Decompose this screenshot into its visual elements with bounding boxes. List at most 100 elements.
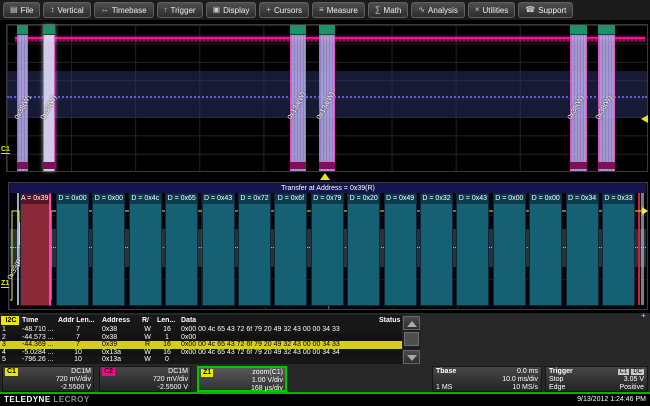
decode-byte-label: D = 0x6f [275,194,306,204]
table-row[interactable]: 4-5.0284 ...10 0x13aW16 0x00 00 4c 65 43… [0,349,402,357]
descriptor-c1[interactable]: C1 DC1M 720 mV/div -2.5500 V [2,366,94,392]
menu-display-button[interactable]: ▣ Display [206,2,257,18]
channel-scale: 720 mV/div [5,376,91,384]
channel-badge: C2 [102,368,115,376]
menu-utilities-button[interactable]: × Utilities [468,2,515,18]
timebase-scale: 10.0 ms/div [502,376,538,384]
channel-offset: -2.5500 V [5,384,91,392]
decode-byte-box: D = 0x00 [529,193,562,306]
decode-byte-box: D = 0x34 [566,193,599,306]
i2c-burst: 0x13a(W) [290,25,306,171]
channel-coupling: zoom(C1) [252,369,283,377]
menu-timebase-button[interactable]: ↔ Timebase [94,2,154,18]
decode-byte-box: D = 0x33 [602,193,635,306]
table-row[interactable]: 1-48.710 ...7 0x38W16 0x00 00 4c 65 43 7… [0,326,402,334]
channel-offset: -2.5500 V [102,384,188,392]
table-scrollbar [403,316,420,364]
c1-channel-marker[interactable]: C1 [1,146,10,154]
channel-badge: Z1 [201,369,213,377]
menu-label: Timebase [112,6,147,15]
menu-label: Support [538,6,566,15]
menu-bar: ▤ File ↕ Vertical ↔ Timebase ↑ Trigger ▣… [0,0,650,21]
i2c-burst: 0x38(W) [570,25,587,171]
menu-label: Measure [327,6,358,15]
math-sigma-icon: ∑ [375,6,381,14]
table-row[interactable]: 2-44.573 ...7 0x38W1 0x00 [0,334,402,342]
menu-label: Utilities [483,6,509,15]
trigger-mode: Stop [549,376,563,384]
scroll-down-button[interactable] [403,350,420,364]
decode-byte-label: D = 0x00 [530,194,561,204]
channel-scale: 720 mV/div [102,376,188,384]
i2c-burst: 0x38(W) [17,25,28,171]
descriptor-c2[interactable]: C2 DC1M 720 mV/div -2.5500 V [99,366,191,392]
menu-file-button[interactable]: ▤ File [3,2,40,18]
footer-bar: TELEDYNE LECROY 9/13/2012 1:24:46 PM [0,394,650,406]
menu-cursors-button[interactable]: + Cursors [259,2,309,18]
decode-byte-box: D = 0x32 [420,193,453,306]
horizontal-arrows-icon: ↔ [101,6,109,14]
trigger-panel[interactable]: Trigger C1DC Stop 3.05 V Edge Positive [545,366,648,392]
burst-address-label: 0x38(W) [595,94,614,121]
zoom-trace-clip-marker: + [641,312,646,320]
decode-byte-label: D = 0x72 [239,194,270,204]
trigger-slope: Positive [619,384,644,392]
trigger-title: Trigger [549,368,573,376]
channel-scale: 1.00 V/div [201,377,283,385]
i2c-burst: 0x13a(W) [319,25,335,171]
decode-byte-label: D = 0x32 [421,194,452,204]
decode-byte-box: D = 0x00 [92,193,125,306]
decode-byte-box: D = 0x72 [238,193,271,306]
trigger-position-marker[interactable] [320,173,330,180]
burst-address-label: 0x13a(W) [316,91,336,121]
col-data: Data [179,317,377,324]
oscilloscope-screen: ▤ File ↕ Vertical ↔ Timebase ↑ Trigger ▣… [0,0,650,406]
trigger-level-value: 3.05 V [624,376,644,384]
decode-byte-label: D = 0x79 [312,194,343,204]
decode-byte-box: D = 0x20 [347,193,380,306]
menu-label: Trigger [171,6,196,15]
decode-byte-label: D = 0x33 [603,194,634,204]
trigger-level-marker[interactable] [641,115,648,123]
measure-icon: ≡ [319,6,324,14]
cursor-cross-icon: + [266,6,271,14]
trigger-source-badge: C1 [618,369,630,375]
channel-coupling: DC1M [71,368,91,376]
table-row[interactable]: 3-44.369 ...7 0x39R16 0x00 00 4c 65 43 7… [0,341,402,349]
col-address: Address [100,317,140,324]
menu-analysis-button[interactable]: ∿ Analysis [411,2,465,18]
i2c-protocol-tab[interactable]: I2C [1,316,19,325]
menu-support-button[interactable]: ☎ Support [518,2,573,18]
decode-byte-box: D = 0x65 [165,193,198,306]
decode-byte-label: D = 0x49 [385,194,416,204]
main-waveform-grid: 0x38(W) 0x38(W) 0x13a(W) 0x13a(W) 0x38(W… [6,24,648,172]
channel-coupling: DC1M [168,368,188,376]
descriptor-z1[interactable]: Z1 zoom(C1) 1.00 V/div 168 µs/div [197,366,287,392]
col-addr-len: Addr Len... [56,317,100,324]
menu-trigger-button[interactable]: ↑ Trigger [157,2,203,18]
menu-label: Display [223,6,249,15]
scroll-thumb[interactable] [404,332,419,346]
menu-math-button[interactable]: ∑ Math [368,2,409,18]
decode-byte-label: D = 0x65 [166,194,197,204]
decode-byte-label: D = 0x34 [567,194,598,204]
menu-vertical-button[interactable]: ↕ Vertical [43,2,90,18]
decode-byte-label: D = 0x00 [494,194,525,204]
table-row[interactable]: 5-796.26 ...10 0x13aW0 [0,356,402,364]
timebase-rate: 10 MS/s [512,384,538,392]
decode-byte-box: D = 0x00 [56,193,89,306]
z1-channel-marker[interactable]: Z1 [1,280,9,288]
col-time: Time [20,317,56,324]
support-icon: ☎ [525,6,535,14]
timebase-panel[interactable]: Tbase 0.0 ms 10.0 ms/div 1 MS 10 MS/s [432,366,542,392]
zoom-waveform-grid: Transfer at Address = 0x39(R) 0x39(R) A … [8,182,648,310]
col-status: Status [377,317,402,324]
burst-address-label: 0x13a(W) [287,91,307,121]
timebase-title: Tbase [436,368,456,376]
trigger-arrow-icon: ↑ [164,6,168,14]
file-icon: ▤ [10,6,18,14]
channel-badge: C1 [5,368,18,376]
scroll-up-button[interactable] [403,316,420,330]
menu-measure-button[interactable]: ≡ Measure [312,2,365,18]
menu-label: File [21,6,34,15]
